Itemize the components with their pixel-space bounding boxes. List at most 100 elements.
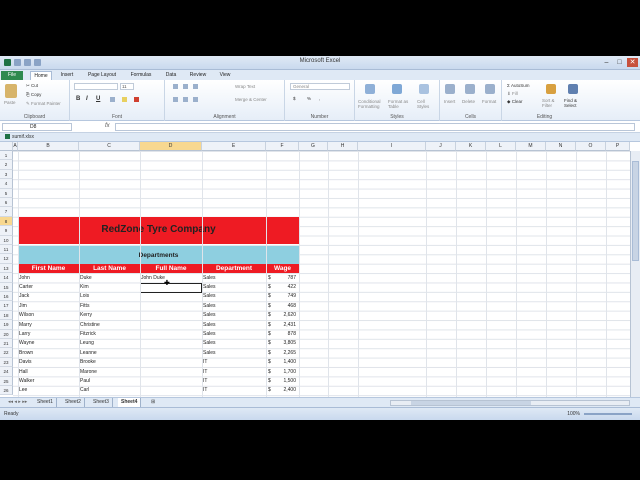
zoom-slider[interactable]: [584, 413, 632, 415]
number-format-select[interactable]: General: [290, 83, 350, 90]
underline-button[interactable]: U: [96, 96, 100, 102]
font-color-icon[interactable]: [134, 97, 139, 102]
department-cell[interactable]: Sales: [203, 292, 216, 301]
department-cell[interactable]: IT: [203, 368, 207, 377]
row-header-4[interactable]: 4: [0, 179, 13, 189]
tab-file[interactable]: File: [1, 71, 23, 80]
wage-cell[interactable]: 3,805: [276, 339, 296, 348]
format-as-table-button[interactable]: Format as Table: [388, 99, 412, 109]
sheet-tab-2[interactable]: Sheet2: [62, 398, 85, 407]
wage-cell[interactable]: 2,400: [276, 386, 296, 395]
sheet-tab-1[interactable]: Sheet1: [34, 398, 57, 407]
delete-button[interactable]: Delete: [462, 99, 475, 104]
column-header-n[interactable]: N: [546, 142, 576, 151]
merge-center-button[interactable]: Merge & Center: [235, 97, 267, 102]
column-header-e[interactable]: E: [202, 142, 266, 151]
column-header-f[interactable]: F: [266, 142, 299, 151]
sheet-tab-4[interactable]: Sheet4: [118, 398, 142, 407]
first-name-cell[interactable]: Walker: [19, 377, 34, 386]
clear-button[interactable]: ◆ Clear: [507, 99, 522, 105]
align-center-icon[interactable]: [183, 97, 188, 102]
tab-home[interactable]: Home: [30, 71, 52, 80]
tab-page-layout[interactable]: Page Layout: [84, 71, 120, 80]
align-top-icon[interactable]: [173, 84, 178, 89]
formula-input[interactable]: [115, 123, 635, 131]
wage-cell[interactable]: 1,400: [276, 358, 296, 367]
row-header-7[interactable]: 7: [0, 207, 13, 217]
tab-view[interactable]: View: [214, 71, 236, 80]
first-name-cell[interactable]: Wayne: [19, 339, 34, 348]
row-header-26[interactable]: 26: [0, 386, 13, 396]
close-icon[interactable]: ✕: [627, 58, 638, 67]
row-header-14[interactable]: 14: [0, 273, 13, 283]
conditional-formatting-icon[interactable]: [365, 84, 375, 94]
wage-cell[interactable]: 422: [276, 283, 296, 292]
cell-styles-icon[interactable]: [419, 84, 429, 94]
row-header-25[interactable]: 25: [0, 376, 13, 386]
currency-button[interactable]: $: [293, 96, 296, 101]
delete-cells-icon[interactable]: [465, 84, 475, 94]
row-header-13[interactable]: 13: [0, 263, 13, 274]
sheet-tab-3[interactable]: Sheet3: [90, 398, 113, 407]
department-cell[interactable]: Sales: [203, 321, 216, 330]
wage-cell[interactable]: 1,700: [276, 368, 296, 377]
last-name-cell[interactable]: Carl: [80, 386, 89, 395]
department-cell[interactable]: Sales: [203, 283, 216, 292]
row-header-6[interactable]: 6: [0, 198, 13, 208]
row-header-10[interactable]: 10: [0, 235, 13, 245]
minimize-icon[interactable]: –: [601, 58, 612, 67]
row-header-24[interactable]: 24: [0, 367, 13, 377]
column-header-g[interactable]: G: [299, 142, 328, 151]
wage-cell[interactable]: 2,265: [276, 349, 296, 358]
row-header-11[interactable]: 11: [0, 245, 13, 255]
last-name-cell[interactable]: Fitts: [80, 302, 89, 311]
row-header-19[interactable]: 19: [0, 320, 13, 330]
sheet-nav-icon[interactable]: ◂◂ ◂ ▸ ▸▸: [5, 398, 30, 407]
column-header-p[interactable]: P: [606, 142, 630, 151]
column-header-j[interactable]: J: [426, 142, 456, 151]
row-header-16[interactable]: 16: [0, 292, 13, 302]
document-name[interactable]: sumif.xlsx: [5, 134, 34, 140]
column-header-h[interactable]: H: [328, 142, 358, 151]
find-select-icon[interactable]: [568, 84, 578, 94]
cell-styles-button[interactable]: Cell Styles: [417, 99, 435, 109]
last-name-cell[interactable]: Kerry: [80, 311, 92, 320]
format-cells-icon[interactable]: [485, 84, 495, 94]
column-header-b[interactable]: B: [18, 142, 79, 151]
row-header-23[interactable]: 23: [0, 357, 13, 368]
align-middle-icon[interactable]: [183, 84, 188, 89]
row-header-17[interactable]: 17: [0, 301, 13, 311]
row-header-15[interactable]: 15: [0, 282, 13, 292]
insert-function-button[interactable]: fx: [105, 123, 110, 129]
horizontal-scroll-thumb[interactable]: [411, 401, 531, 405]
format-painter-button[interactable]: ✎ Format Painter: [26, 101, 61, 107]
active-cell-d8[interactable]: [140, 282, 202, 293]
paste-button[interactable]: Paste: [4, 100, 16, 105]
last-name-cell[interactable]: Christine: [80, 321, 100, 330]
wage-cell[interactable]: 1,500: [276, 377, 296, 386]
cut-button[interactable]: ✂ Cut: [26, 83, 38, 89]
last-name-cell[interactable]: Leung: [80, 339, 94, 348]
find-select-button[interactable]: Find & Select: [564, 98, 586, 108]
font-size-select[interactable]: 11: [120, 83, 134, 90]
department-cell[interactable]: Sales: [203, 274, 216, 283]
column-header-c[interactable]: C: [79, 142, 140, 151]
tab-data[interactable]: Data: [160, 71, 182, 80]
last-name-cell[interactable]: Paul: [80, 377, 90, 386]
department-cell[interactable]: IT: [203, 386, 207, 395]
department-cell[interactable]: Sales: [203, 330, 216, 339]
tab-insert[interactable]: Insert: [56, 71, 78, 80]
department-cell[interactable]: IT: [203, 358, 207, 367]
column-header-l[interactable]: L: [486, 142, 516, 151]
column-header-k[interactable]: K: [456, 142, 486, 151]
horizontal-scrollbar[interactable]: [390, 400, 630, 406]
row-header-22[interactable]: 22: [0, 348, 13, 358]
department-cell[interactable]: Sales: [203, 339, 216, 348]
row-header-1[interactable]: 1: [0, 151, 13, 161]
align-bottom-icon[interactable]: [193, 84, 198, 89]
row-header-21[interactable]: 21: [0, 339, 13, 349]
first-name-cell[interactable]: Larry: [19, 330, 30, 339]
percent-button[interactable]: %: [307, 96, 311, 101]
last-name-cell[interactable]: Fitzrick: [80, 330, 96, 339]
department-cell[interactable]: Sales: [203, 349, 216, 358]
